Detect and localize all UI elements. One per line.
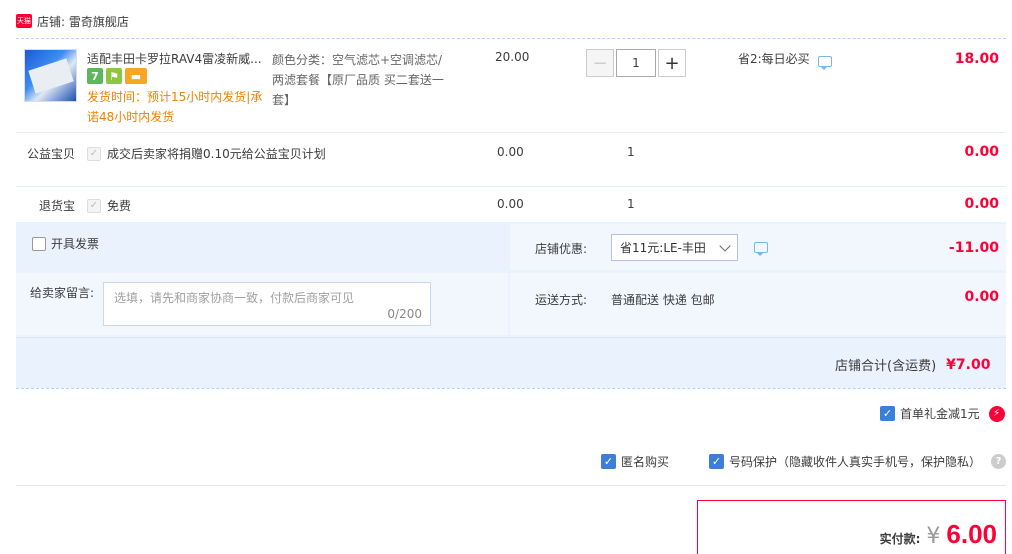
card-icon[interactable]: ▬ [125, 68, 147, 84]
promo-label: 省2:每日必买 [738, 52, 810, 66]
anonymous-label: 匿名购买 [621, 455, 670, 469]
shipping-label: 运送方式: [535, 293, 588, 307]
chevron-down-icon [719, 239, 731, 252]
shop-discount-value: 省11元:LE-丰田 [620, 241, 706, 255]
charity-amount: 0.00 [964, 144, 999, 160]
returns-qty: 1 [627, 197, 635, 211]
quantity-input[interactable]: 1 [616, 49, 656, 77]
invoice-checkbox[interactable] [32, 236, 46, 251]
comment-icon[interactable] [817, 56, 832, 70]
comment-icon[interactable] [754, 242, 768, 256]
charity-desc: 成交后卖家将捐赠0.10元给公益宝贝计划 [107, 147, 326, 161]
divider [16, 388, 1006, 389]
charity-checkbox: ✓ [87, 146, 101, 161]
service-icons: 7 ⚑ ▬ [87, 68, 147, 84]
returns-amount: 0.00 [964, 196, 999, 212]
pay-summary: 实付款: ¥ 6.00 [697, 500, 1006, 554]
increase-button[interactable]: + [658, 49, 686, 77]
message-textarea[interactable]: 选填，请先和商家协商一致，付款后商家可见 0/200 [103, 282, 431, 326]
anonymous-option[interactable]: ✓ 匿名购买 [601, 453, 669, 470]
message-placeholder: 选填，请先和商家协商一致，付款后商家可见 [114, 291, 355, 305]
returns-option: ✓ 免费 [87, 197, 131, 214]
first-order-label: 首单礼金减1元 [900, 407, 980, 421]
shipping-amount: 0.00 [964, 289, 999, 305]
row-divider [16, 186, 1006, 187]
product-thumbnail[interactable] [24, 49, 77, 102]
message-counter: 0/200 [387, 307, 422, 321]
invoice-option[interactable]: 开具发票 [32, 235, 99, 252]
unit-price: 20.00 [495, 50, 530, 64]
shop-total: 店铺合计(含运费) ¥7.00 [835, 355, 991, 375]
anonymous-checkbox[interactable]: ✓ [601, 454, 616, 469]
divider [16, 485, 1006, 486]
shop-name[interactable]: 店铺: 雷奇旗舰店 [37, 13, 129, 30]
shipping-value: 普通配送 快递 包邮 [611, 293, 715, 307]
quantity-stepper: − 1 + [586, 49, 686, 77]
product-title[interactable]: 适配丰田卡罗拉RAV4雷凌新威... [87, 50, 265, 67]
returns-price: 0.00 [497, 197, 524, 211]
returns-label: 退货宝 [38, 199, 75, 213]
first-order-checkbox[interactable]: ✓ [880, 406, 895, 421]
ship-time: 发货时间：预计15小时内发货|承诺48小时内发货 [87, 90, 263, 124]
shop-discount-select[interactable]: 省11元:LE-丰田 [611, 234, 738, 261]
privacy-checkbox[interactable]: ✓ [709, 454, 724, 469]
shop-header: 天猫 店铺: 雷奇旗舰店 [16, 12, 129, 30]
seven-day-return-icon[interactable]: 7 [87, 68, 103, 84]
returns-checkbox: ✓ [87, 198, 101, 213]
pay-currency: ¥ [926, 524, 941, 549]
flash-icon: ⚡ [988, 405, 1005, 422]
charity-price: 0.00 [497, 145, 524, 159]
row-divider [16, 132, 1006, 133]
tmall-icon: 天猫 [16, 14, 32, 28]
first-order-option[interactable]: ✓ 首单礼金减1元 ⚡ [880, 405, 1005, 422]
shop-discount-amount: -11.00 [948, 240, 999, 256]
shop-total-amount: ¥7.00 [946, 356, 991, 373]
help-icon[interactable]: ? [991, 454, 1006, 469]
charity-option: ✓ 成交后卖家将捐赠0.10元给公益宝贝计划 [87, 145, 326, 162]
product-sku: 颜色分类：空气滤芯+空调滤芯/两滤套餐【原厂品质 买二套送一套】 [272, 53, 444, 107]
shop-total-label: 店铺合计(含运费) [835, 359, 937, 374]
guarantee-icon[interactable]: ⚑ [106, 68, 122, 84]
privacy-label: 号码保护（隐藏收件人真实手机号，保护隐私） [729, 455, 982, 469]
shop-discount-label: 店铺优惠: [535, 242, 588, 256]
charity-label: 公益宝贝 [26, 147, 75, 161]
item-promo: 省2:每日必买 [738, 50, 832, 70]
charity-qty: 1 [627, 145, 635, 159]
invoice-label: 开具发票 [51, 237, 100, 251]
returns-desc: 免费 [107, 199, 132, 213]
privacy-option[interactable]: ✓ 号码保护（隐藏收件人真实手机号，保护隐私） [709, 453, 981, 470]
item-amount: 18.00 [954, 51, 999, 67]
decrease-button[interactable]: − [586, 49, 614, 77]
divider [16, 337, 1006, 338]
message-label: 给卖家留言: [30, 286, 95, 300]
pay-label: 实付款: [879, 532, 921, 546]
divider [16, 38, 1006, 39]
pay-amount: 6.00 [946, 519, 997, 549]
